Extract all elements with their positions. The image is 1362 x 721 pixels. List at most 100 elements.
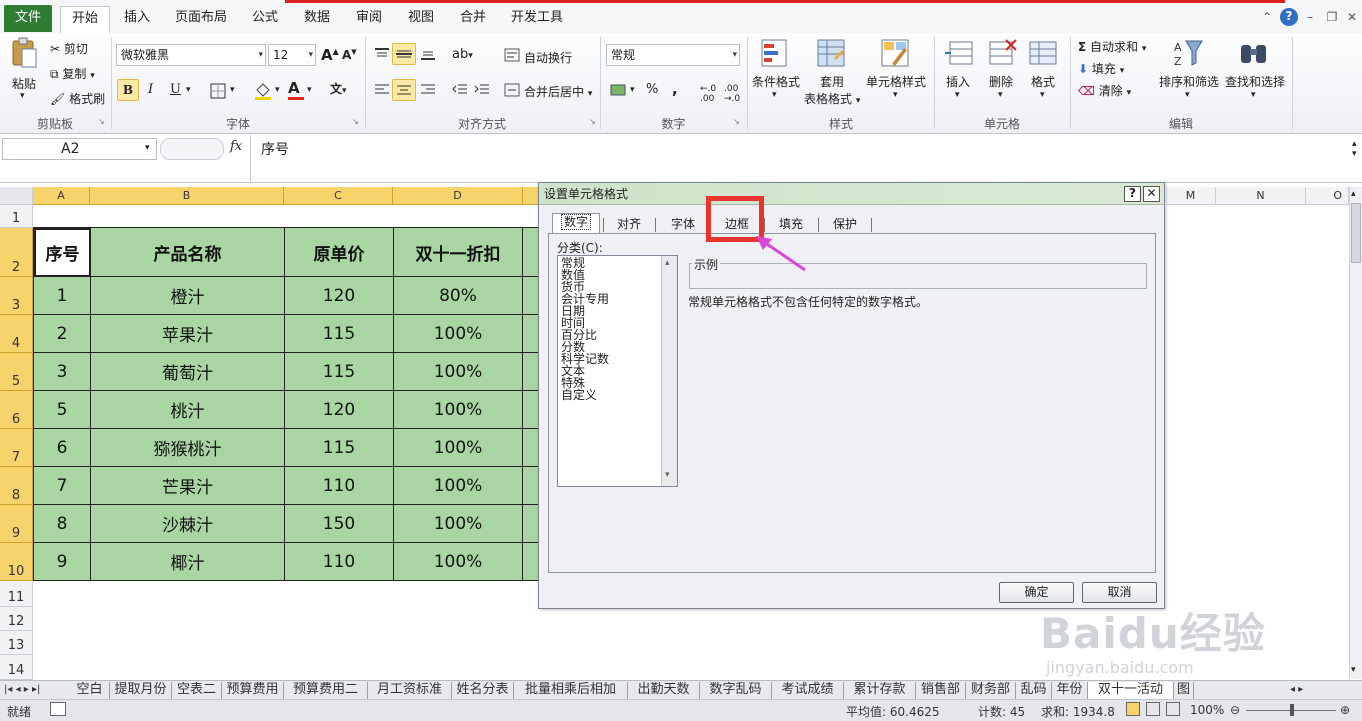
- increase-indent-icon[interactable]: [474, 83, 490, 100]
- font-color-dropdown-icon[interactable]: ▾: [307, 85, 312, 95]
- zoom-level[interactable]: 100%: [1190, 703, 1224, 717]
- sheet-tab[interactable]: 双十一活动: [1088, 682, 1174, 699]
- number-format-select[interactable]: 常规 ▾: [606, 44, 740, 66]
- copy-dropdown-icon[interactable]: ▾: [90, 71, 95, 81]
- format-as-table-button[interactable]: 表格格式 ▾: [804, 90, 860, 107]
- dialog-tab-protection[interactable]: 保护: [825, 216, 865, 234]
- table-header-cell[interactable]: 原单价: [285, 228, 394, 277]
- table-cell[interactable]: 7: [34, 467, 91, 505]
- name-box[interactable]: A2 ▾: [2, 138, 157, 160]
- table-header-cell[interactable]: 双十一折扣: [394, 228, 523, 277]
- table-cell[interactable]: 1: [34, 277, 91, 315]
- tab-developer[interactable]: 开发工具: [506, 6, 568, 34]
- zoom-slider-thumb[interactable]: [1290, 704, 1294, 716]
- table-cell-clipped[interactable]: [523, 315, 539, 353]
- fill-button[interactable]: ⬇ 填充 ▾: [1078, 60, 1124, 77]
- column-header-d[interactable]: D: [393, 187, 523, 205]
- close-workbook-icon[interactable]: ✕: [1344, 9, 1360, 25]
- merge-center-button[interactable]: 合并后居中 ▾: [524, 83, 592, 100]
- font-color-button[interactable]: A: [288, 79, 304, 100]
- clear-button[interactable]: ⌫ 清除 ▾: [1078, 82, 1131, 99]
- format-painter-button[interactable]: 🖌 格式刷: [50, 90, 105, 107]
- grow-font-button[interactable]: A▲: [321, 46, 339, 64]
- table-cell[interactable]: 80%: [394, 277, 523, 315]
- page-layout-view-icon[interactable]: [1146, 702, 1160, 716]
- row-header-10[interactable]: 10: [0, 543, 33, 581]
- tab-file[interactable]: 文件: [4, 5, 52, 32]
- table-cell[interactable]: 115: [285, 315, 394, 353]
- border-dropdown-icon[interactable]: ▾: [230, 85, 235, 95]
- decrease-indent-icon[interactable]: [452, 83, 468, 100]
- column-header-a[interactable]: A: [33, 187, 90, 205]
- row-header-6[interactable]: 6: [0, 391, 33, 429]
- align-center-button[interactable]: [392, 79, 416, 101]
- chevron-down-icon[interactable]: ▾: [145, 143, 150, 153]
- table-cell[interactable]: 8: [34, 505, 91, 543]
- row-header-8[interactable]: 8: [0, 467, 33, 505]
- formula-input[interactable]: 序号: [250, 135, 1348, 182]
- chevron-down-icon[interactable]: ▾: [998, 90, 1003, 100]
- row-header-2[interactable]: 2: [0, 228, 33, 277]
- row-header-5[interactable]: 5: [0, 353, 33, 391]
- table-cell[interactable]: 9: [34, 543, 91, 581]
- table-cell-clipped[interactable]: [523, 353, 539, 391]
- sheet-scroll-icon[interactable]: ◂ ▸: [1290, 682, 1303, 699]
- macro-record-icon[interactable]: [50, 702, 66, 716]
- bold-button[interactable]: B: [117, 79, 139, 101]
- dialog-help-button[interactable]: ?: [1124, 186, 1141, 202]
- italic-button[interactable]: I: [148, 82, 153, 97]
- table-cell[interactable]: 葡萄汁: [91, 353, 285, 391]
- comma-button[interactable]: ,: [672, 80, 678, 98]
- row-header-14[interactable]: 14: [0, 655, 33, 680]
- row-header-4[interactable]: 4: [0, 315, 33, 353]
- dialog-tab-alignment[interactable]: 对齐: [609, 216, 649, 234]
- column-header-o[interactable]: O: [1306, 187, 1349, 205]
- table-cell[interactable]: 2: [34, 315, 91, 353]
- dialog-tab-number[interactable]: 数字: [552, 213, 600, 234]
- dialog-close-button[interactable]: ✕: [1143, 186, 1160, 202]
- align-bottom-icon[interactable]: [420, 47, 436, 64]
- table-cell[interactable]: 100%: [394, 543, 523, 581]
- table-cell[interactable]: 沙棘汁: [91, 505, 285, 543]
- alignment-launcher-icon[interactable]: ↘: [589, 117, 596, 126]
- column-header-n[interactable]: N: [1216, 187, 1306, 205]
- align-middle-button[interactable]: [392, 43, 416, 65]
- formula-bar-grip[interactable]: [160, 138, 224, 160]
- table-cell[interactable]: 芒果汁: [91, 467, 285, 505]
- table-cell[interactable]: 100%: [394, 505, 523, 543]
- chevron-down-icon[interactable]: ▾: [772, 90, 777, 100]
- wrap-text-button[interactable]: 自动换行: [524, 49, 572, 66]
- tab-formulas[interactable]: 公式: [244, 6, 286, 34]
- sheet-tab[interactable]: 销售部: [916, 682, 966, 699]
- percent-button[interactable]: %: [646, 82, 658, 97]
- scroll-down-icon[interactable]: ▾: [665, 470, 670, 480]
- sheet-tab[interactable]: 出勤天数: [628, 682, 700, 699]
- sheet-tab[interactable]: 提取月份: [110, 682, 172, 699]
- insert-button[interactable]: 插入: [946, 73, 970, 90]
- collapse-ribbon-icon[interactable]: ⌃: [1259, 9, 1275, 25]
- sheet-tab[interactable]: 预算费用二: [284, 682, 368, 699]
- table-cell[interactable]: 110: [285, 467, 394, 505]
- zoom-out-icon[interactable]: ⊖: [1230, 703, 1240, 717]
- table-cell[interactable]: 115: [285, 429, 394, 467]
- table-cell[interactable]: 桃汁: [91, 391, 285, 429]
- fill-color-icon[interactable]: [254, 81, 272, 104]
- sheet-tab[interactable]: 乱码: [1016, 682, 1052, 699]
- format-button[interactable]: 格式: [1031, 73, 1055, 90]
- find-select-button[interactable]: 查找和选择: [1225, 73, 1285, 90]
- font-size-select[interactable]: 12 ▾: [268, 44, 316, 66]
- row-header-7[interactable]: 7: [0, 429, 33, 467]
- increase-decimal-icon[interactable]: ←.0.00: [700, 84, 716, 104]
- table-cell-clipped[interactable]: [523, 505, 539, 543]
- sheet-tab[interactable]: 累计存款: [844, 682, 916, 699]
- sheet-tab[interactable]: 图: [1174, 682, 1194, 699]
- table-header-cell[interactable]: 产品名称: [91, 228, 285, 277]
- autosum-button[interactable]: Σ 自动求和 ▾: [1078, 38, 1146, 55]
- sheet-tab[interactable]: 空白: [70, 682, 110, 699]
- shrink-font-button[interactable]: A▼: [342, 48, 357, 62]
- table-cell[interactable]: 100%: [394, 353, 523, 391]
- table-cell[interactable]: 苹果汁: [91, 315, 285, 353]
- table-header-cell[interactable]: 序号: [34, 228, 91, 277]
- restore-icon[interactable]: ❐: [1324, 9, 1340, 25]
- category-item[interactable]: 自定义: [561, 389, 597, 401]
